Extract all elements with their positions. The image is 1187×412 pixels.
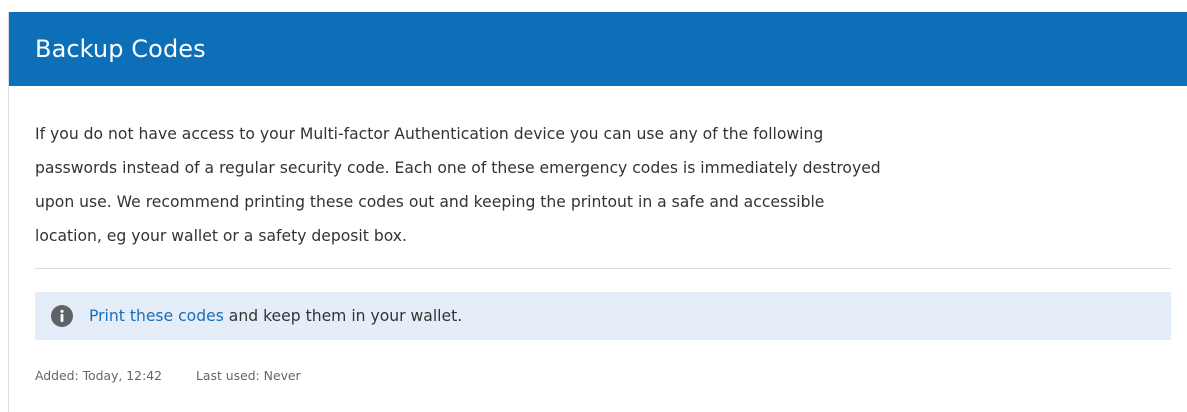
divider — [35, 268, 1171, 269]
description-line: upon use. We recommend printing these co… — [35, 193, 825, 211]
code-meta: Added: Today, 12:42 Last used: Never — [35, 368, 335, 383]
description-line: passwords instead of a regular security … — [35, 159, 881, 177]
info-icon — [51, 305, 73, 327]
panel-title: Backup Codes — [35, 35, 206, 63]
description-line: If you do not have access to your Multi-… — [35, 125, 824, 143]
print-notice-text: and keep them in your wallet. — [223, 307, 463, 325]
print-codes-link[interactable]: Print these codes — [89, 307, 224, 325]
panel-header: Backup Codes — [9, 12, 1187, 86]
description-line: location, eg your wallet or a safety dep… — [35, 227, 407, 245]
description: If you do not have access to your Multi-… — [35, 117, 1183, 253]
last-used-status: Last used: Never — [196, 368, 301, 383]
print-notice: Print these codes and keep them in your … — [35, 292, 1171, 340]
backup-codes-panel: Backup Codes If you do not have access t… — [8, 12, 1187, 412]
added-timestamp: Added: Today, 12:42 — [35, 368, 163, 383]
